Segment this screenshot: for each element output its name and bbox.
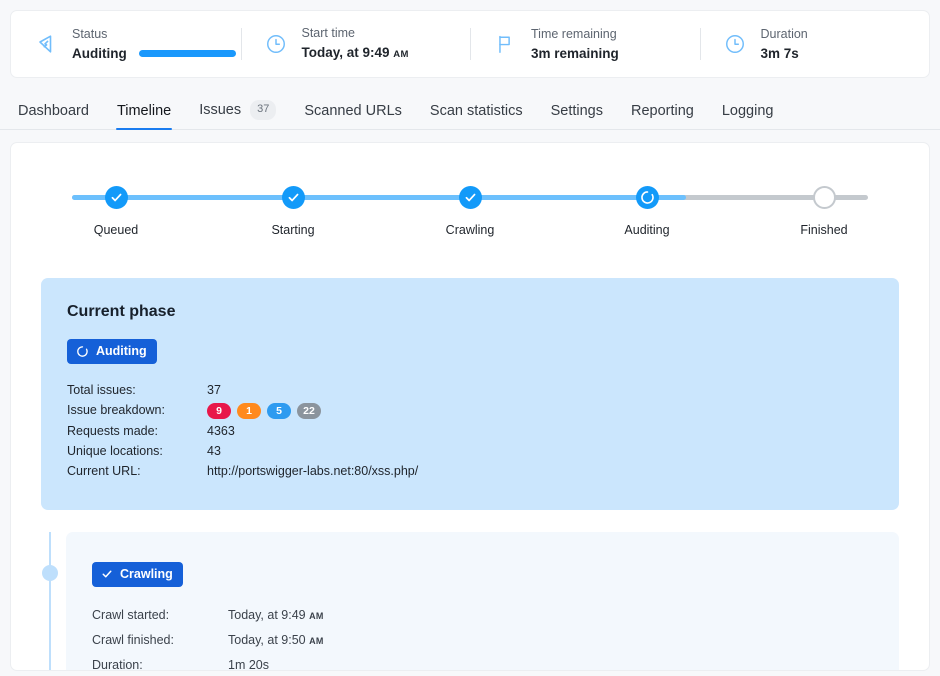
detail-key: Crawl started:	[92, 608, 170, 622]
timeline-dot	[42, 565, 58, 581]
detail-row: Total issues: 37	[67, 383, 418, 403]
check-icon	[104, 186, 128, 209]
spinner-icon	[76, 345, 89, 358]
start-time-ampm: AM	[393, 48, 409, 60]
check-icon	[281, 186, 305, 209]
step-queued: Queued	[61, 186, 171, 238]
tab-scanned-urls[interactable]: Scanned URLs	[290, 103, 416, 129]
current-url-value: http://portswigger-labs.net:80/xss.php/	[207, 464, 419, 478]
detail-key: Duration:	[92, 658, 143, 671]
tab-label: Settings	[550, 103, 603, 119]
clock-icon	[722, 31, 748, 57]
tab-label: Scanned URLs	[304, 103, 402, 119]
current-phase-badge-label: Auditing	[96, 344, 147, 358]
summary-value-start-time: Today, at 9:49 AM	[301, 44, 409, 60]
detail-row: Issue breakdown: 9 1 5 22	[67, 403, 418, 424]
summary-cell-duration: Duration 3m 7s	[699, 11, 930, 77]
detail-key: Unique locations:	[67, 444, 163, 458]
issue-chip-info: 22	[297, 403, 321, 419]
crawling-phase-badge: Crawling	[92, 562, 183, 587]
issue-breakdown-chips: 9 1 5 22	[207, 403, 418, 419]
step-label: Finished	[800, 223, 848, 237]
crawl-started-ampm: AM	[309, 611, 324, 621]
detail-row: Duration: 1m 20s	[92, 658, 324, 671]
check-icon	[101, 568, 113, 580]
detail-value: Today, at 9:49 AM	[228, 608, 324, 622]
step-label: Auditing	[624, 223, 670, 237]
crawl-finished-ampm: AM	[309, 636, 324, 646]
step-crawling: Crawling	[415, 186, 525, 238]
empty-circle-icon	[812, 186, 836, 209]
current-phase-badge: Auditing	[67, 339, 157, 364]
current-phase-details: Total issues: 37 Issue breakdown: 9 1 5 …	[67, 383, 418, 484]
detail-value: 1m 20s	[228, 658, 269, 671]
tab-label: Issues	[199, 101, 242, 118]
crawling-phase-details: Crawl started: Today, at 9:49 AM Crawl f…	[92, 608, 324, 671]
tab-label: Dashboard	[18, 103, 89, 119]
tab-label: Logging	[721, 103, 774, 119]
tab-label: Reporting	[630, 103, 694, 119]
current-phase-title: Current phase	[67, 303, 176, 320]
detail-row: Requests made: 4363	[67, 424, 418, 444]
detail-value: 43	[207, 444, 221, 458]
summary-label-start-time: Start time	[301, 25, 356, 40]
crawling-phase-card: Crawling Crawl started: Today, at 9:49 A…	[66, 532, 899, 671]
detail-key: Issue breakdown:	[67, 403, 165, 417]
timeline-panel: Queued Starting Crawling Auditing Finish…	[10, 142, 930, 671]
detail-key: Current URL:	[67, 464, 141, 478]
spinner-icon	[635, 186, 659, 209]
tab-logging[interactable]: Logging	[708, 103, 788, 129]
tab-label: Scan statistics	[429, 103, 523, 119]
summary-value-status: Auditing	[72, 45, 127, 61]
summary-cell-start-time: Start time Today, at 9:49 AM	[240, 11, 471, 77]
scan-progress-stepper: Queued Starting Crawling Auditing Finish…	[61, 186, 879, 246]
timeline-rail	[49, 532, 51, 670]
detail-value: 4363	[207, 424, 235, 438]
step-label: Starting	[271, 223, 315, 237]
summary-label-time-remaining: Time remaining	[531, 26, 617, 41]
detail-row: Crawl started: Today, at 9:49 AM	[92, 608, 324, 633]
detail-key: Requests made:	[67, 424, 159, 438]
summary-value-duration: 3m 7s	[760, 45, 799, 61]
detail-value: 9 1 5 22	[207, 403, 418, 424]
detail-key: Crawl finished:	[92, 633, 174, 647]
tab-label: Timeline	[116, 103, 172, 119]
detail-key: Total issues:	[67, 383, 136, 397]
summary-label-duration: Duration	[760, 26, 808, 41]
issue-chip-high: 9	[207, 403, 231, 419]
step-auditing: Auditing	[592, 186, 702, 238]
tab-timeline[interactable]: Timeline	[103, 103, 185, 130]
step-starting: Starting	[238, 186, 348, 238]
step-label: Queued	[93, 223, 139, 237]
issues-count-badge: 37	[250, 100, 277, 120]
crawling-phase-badge-label: Crawling	[120, 567, 173, 581]
detail-row: Unique locations: 43	[67, 444, 418, 464]
scan-summary-bar: Status Auditing Start time Today, at 9:4…	[10, 10, 930, 78]
summary-value-time-remaining: 3m remaining	[531, 45, 619, 61]
current-phase-panel: Current phase Auditing Total issues: 37 …	[41, 278, 899, 510]
zap-icon	[33, 31, 59, 57]
clock-icon	[263, 31, 289, 57]
flag-icon	[492, 31, 518, 57]
step-finished: Finished	[769, 186, 879, 238]
detail-value: Today, at 9:50 AM	[228, 633, 324, 647]
detail-value: 37	[207, 383, 221, 397]
issue-chip-low: 5	[267, 403, 291, 419]
tab-reporting[interactable]: Reporting	[617, 103, 708, 129]
status-progress-bar	[138, 49, 236, 57]
tab-issues[interactable]: Issues 37	[185, 100, 290, 129]
detail-row: Crawl finished: Today, at 9:50 AM	[92, 633, 324, 658]
summary-cell-status: Status Auditing	[11, 11, 241, 77]
tab-dashboard[interactable]: Dashboard	[4, 103, 103, 129]
summary-cell-time-remaining: Time remaining 3m remaining	[470, 11, 700, 77]
timeline-entry-crawling: Crawling Crawl started: Today, at 9:49 A…	[41, 532, 899, 671]
tab-scan-statistics[interactable]: Scan statistics	[416, 103, 537, 129]
issue-chip-medium: 1	[237, 403, 261, 419]
main-tabbar: Dashboard Timeline Issues 37 Scanned URL…	[0, 96, 940, 130]
detail-row: Current URL: http://portswigger-labs.net…	[67, 464, 418, 484]
tab-settings[interactable]: Settings	[537, 103, 617, 129]
summary-label-status: Status	[72, 26, 108, 41]
check-icon	[458, 186, 482, 209]
step-label: Crawling	[445, 223, 495, 237]
